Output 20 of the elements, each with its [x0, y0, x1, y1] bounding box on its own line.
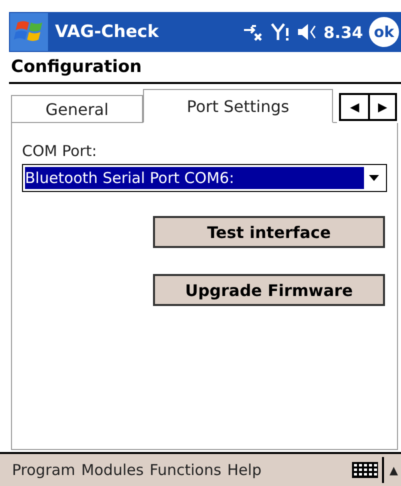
tab[interactable]: General — [11, 95, 143, 123]
clock-time[interactable]: 8.34 — [324, 22, 363, 42]
app-title: VAG-Check — [55, 22, 159, 42]
ok-button[interactable]: ok — [369, 17, 399, 47]
menu-item[interactable]: Functions — [146, 461, 224, 479]
menu-item[interactable]: Program — [9, 461, 78, 479]
speaker-icon[interactable] — [296, 22, 318, 42]
menu-item[interactable]: Modules — [78, 461, 147, 479]
dropdown-arrow-icon — [368, 174, 380, 182]
action-button[interactable]: Test interface — [153, 216, 385, 248]
connectivity-icon[interactable] — [242, 22, 264, 42]
tab[interactable]: Port Settings — [143, 89, 333, 123]
com-port-dropdown[interactable]: Bluetooth Serial Port COM6: — [22, 164, 387, 192]
windows-logo-icon[interactable] — [9, 13, 49, 51]
menu-item[interactable]: Help — [224, 461, 264, 479]
screen-title: Configuration — [11, 57, 142, 77]
action-button[interactable]: Upgrade Firmware — [153, 274, 385, 306]
com-port-label: COM Port: — [22, 142, 98, 160]
keyboard-icon[interactable] — [350, 461, 379, 479]
signal-icon[interactable] — [270, 22, 290, 42]
